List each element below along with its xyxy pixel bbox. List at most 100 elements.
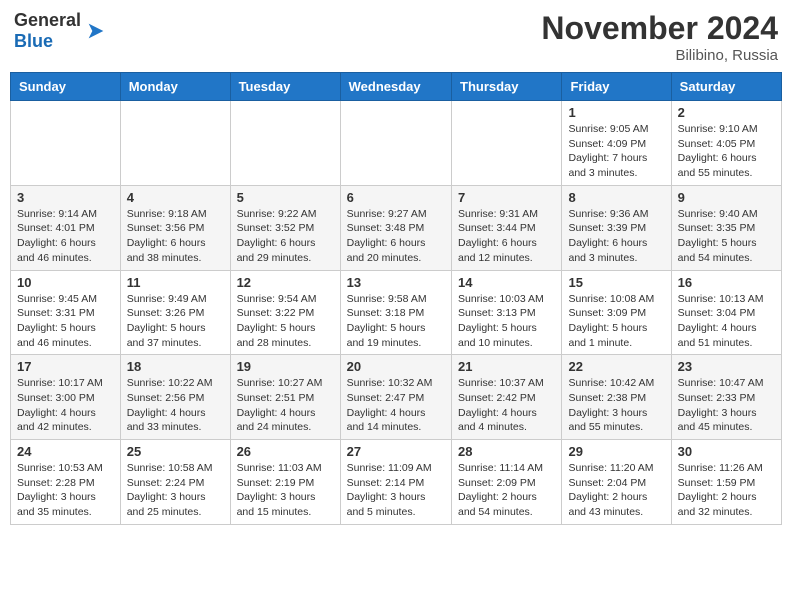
day-cell: 23 Sunrise: 10:47 AM Sunset: 2:33 PM Dayl… xyxy=(671,355,781,440)
day-cell: 3 Sunrise: 9:14 AM Sunset: 4:01 PM Daylig… xyxy=(11,185,121,270)
day-cell: 1Sunrise: 9:05 AM Sunset: 4:09 PM Daylig… xyxy=(562,101,671,186)
day-number: 25 xyxy=(127,444,224,459)
day-number: 7 xyxy=(458,190,555,205)
day-info: Sunrise: 10:32 AM Sunset: 2:47 PM Daylig… xyxy=(347,376,445,435)
day-number: 1 xyxy=(568,105,664,120)
day-cell: 30 Sunrise: 11:26 AM Sunset: 1:59 PM Dayl… xyxy=(671,440,781,525)
day-info: Sunrise: 10:42 AM Sunset: 2:38 PM Daylig… xyxy=(568,376,664,435)
day-info: Sunrise: 10:27 AM Sunset: 2:51 PM Daylig… xyxy=(237,376,334,435)
week-row-3: 10 Sunrise: 9:45 AM Sunset: 3:31 PM Dayli… xyxy=(11,270,782,355)
title-section: November 2024 Bilibino, Russia xyxy=(541,10,778,64)
day-number: 9 xyxy=(678,190,775,205)
day-info: Sunrise: 9:58 AM Sunset: 3:18 PM Dayligh… xyxy=(347,292,445,351)
weekday-header-wednesday: Wednesday xyxy=(340,73,451,101)
location: Bilibino, Russia xyxy=(541,47,778,64)
day-number: 4 xyxy=(127,190,224,205)
day-cell: 29 Sunrise: 11:20 AM Sunset: 2:04 PM Dayl… xyxy=(562,440,671,525)
logo: General Blue xyxy=(14,10,107,52)
day-number: 22 xyxy=(568,359,664,374)
day-info: Sunrise: 9:31 AM Sunset: 3:44 PM Dayligh… xyxy=(458,207,555,266)
day-info: Sunrise: 9:49 AM Sunset: 3:26 PM Dayligh… xyxy=(127,292,224,351)
day-number: 28 xyxy=(458,444,555,459)
day-number: 11 xyxy=(127,275,224,290)
day-cell: 20 Sunrise: 10:32 AM Sunset: 2:47 PM Dayl… xyxy=(340,355,451,440)
month-title: November 2024 xyxy=(541,10,778,47)
day-number: 19 xyxy=(237,359,334,374)
day-number: 16 xyxy=(678,275,775,290)
day-info: Sunrise: 9:22 AM Sunset: 3:52 PM Dayligh… xyxy=(237,207,334,266)
day-cell: 10 Sunrise: 9:45 AM Sunset: 3:31 PM Dayli… xyxy=(11,270,121,355)
day-info: Sunrise: 10:17 AM Sunset: 3:00 PM Daylig… xyxy=(17,376,114,435)
day-info: Sunrise: 10:58 AM Sunset: 2:24 PM Daylig… xyxy=(127,461,224,520)
day-number: 30 xyxy=(678,444,775,459)
day-info: Sunrise: 10:13 AM Sunset: 3:04 PM Daylig… xyxy=(678,292,775,351)
day-number: 21 xyxy=(458,359,555,374)
day-cell xyxy=(230,101,340,186)
day-cell: 19 Sunrise: 10:27 AM Sunset: 2:51 PM Dayl… xyxy=(230,355,340,440)
day-cell: 28 Sunrise: 11:14 AM Sunset: 2:09 PM Dayl… xyxy=(452,440,562,525)
day-info: Sunrise: 9:27 AM Sunset: 3:48 PM Dayligh… xyxy=(347,207,445,266)
weekday-header-sunday: Sunday xyxy=(11,73,121,101)
day-number: 26 xyxy=(237,444,334,459)
day-cell: 16 Sunrise: 10:13 AM Sunset: 3:04 PM Dayl… xyxy=(671,270,781,355)
logo-text: General Blue xyxy=(14,10,81,52)
weekday-header-tuesday: Tuesday xyxy=(230,73,340,101)
day-cell: 4 Sunrise: 9:18 AM Sunset: 3:56 PM Daylig… xyxy=(120,185,230,270)
day-number: 13 xyxy=(347,275,445,290)
day-info: Sunrise: 9:18 AM Sunset: 3:56 PM Dayligh… xyxy=(127,207,224,266)
weekday-header-thursday: Thursday xyxy=(452,73,562,101)
day-number: 29 xyxy=(568,444,664,459)
day-cell: 21Sunrise: 10:37 AM Sunset: 2:42 PM Dayl… xyxy=(452,355,562,440)
day-number: 27 xyxy=(347,444,445,459)
week-row-4: 17 Sunrise: 10:17 AM Sunset: 3:00 PM Dayl… xyxy=(11,355,782,440)
day-cell: 17 Sunrise: 10:17 AM Sunset: 3:00 PM Dayl… xyxy=(11,355,121,440)
day-number: 23 xyxy=(678,359,775,374)
weekday-header-row: SundayMondayTuesdayWednesdayThursdayFrid… xyxy=(11,73,782,101)
day-info: Sunrise: 9:54 AM Sunset: 3:22 PM Dayligh… xyxy=(237,292,334,351)
day-cell: 6 Sunrise: 9:27 AM Sunset: 3:48 PM Daylig… xyxy=(340,185,451,270)
day-cell: 25 Sunrise: 10:58 AM Sunset: 2:24 PM Dayl… xyxy=(120,440,230,525)
day-info: Sunrise: 9:14 AM Sunset: 4:01 PM Dayligh… xyxy=(17,207,114,266)
day-number: 14 xyxy=(458,275,555,290)
day-cell: 27 Sunrise: 11:09 AM Sunset: 2:14 PM Dayl… xyxy=(340,440,451,525)
day-number: 18 xyxy=(127,359,224,374)
day-number: 2 xyxy=(678,105,775,120)
day-number: 5 xyxy=(237,190,334,205)
page-header: General Blue November 2024 Bilibino, Rus… xyxy=(10,10,782,64)
day-cell xyxy=(452,101,562,186)
day-info: Sunrise: 11:03 AM Sunset: 2:19 PM Daylig… xyxy=(237,461,334,520)
weekday-header-friday: Friday xyxy=(562,73,671,101)
day-info: Sunrise: 10:08 AM Sunset: 3:09 PM Daylig… xyxy=(568,292,664,351)
day-number: 17 xyxy=(17,359,114,374)
day-cell: 18Sunrise: 10:22 AM Sunset: 2:56 PM Dayl… xyxy=(120,355,230,440)
day-number: 20 xyxy=(347,359,445,374)
day-info: Sunrise: 10:03 AM Sunset: 3:13 PM Daylig… xyxy=(458,292,555,351)
day-info: Sunrise: 9:36 AM Sunset: 3:39 PM Dayligh… xyxy=(568,207,664,266)
day-info: Sunrise: 10:53 AM Sunset: 2:28 PM Daylig… xyxy=(17,461,114,520)
day-number: 8 xyxy=(568,190,664,205)
day-number: 10 xyxy=(17,275,114,290)
day-cell: 2 Sunrise: 9:10 AM Sunset: 4:05 PM Daylig… xyxy=(671,101,781,186)
day-cell: 24Sunrise: 10:53 AM Sunset: 2:28 PM Dayl… xyxy=(11,440,121,525)
day-cell: 7 Sunrise: 9:31 AM Sunset: 3:44 PM Daylig… xyxy=(452,185,562,270)
day-info: Sunrise: 11:20 AM Sunset: 2:04 PM Daylig… xyxy=(568,461,664,520)
day-info: Sunrise: 11:14 AM Sunset: 2:09 PM Daylig… xyxy=(458,461,555,520)
day-number: 3 xyxy=(17,190,114,205)
day-number: 6 xyxy=(347,190,445,205)
day-info: Sunrise: 9:10 AM Sunset: 4:05 PM Dayligh… xyxy=(678,122,775,181)
day-cell: 26 Sunrise: 11:03 AM Sunset: 2:19 PM Dayl… xyxy=(230,440,340,525)
day-cell xyxy=(340,101,451,186)
day-cell: 9 Sunrise: 9:40 AM Sunset: 3:35 PM Daylig… xyxy=(671,185,781,270)
logo-arrow-icon xyxy=(85,20,107,42)
day-number: 15 xyxy=(568,275,664,290)
day-cell: 13 Sunrise: 9:58 AM Sunset: 3:18 PM Dayli… xyxy=(340,270,451,355)
day-cell: 11 Sunrise: 9:49 AM Sunset: 3:26 PM Dayli… xyxy=(120,270,230,355)
day-info: Sunrise: 11:26 AM Sunset: 1:59 PM Daylig… xyxy=(678,461,775,520)
day-info: Sunrise: 10:47 AM Sunset: 2:33 PM Daylig… xyxy=(678,376,775,435)
day-cell: 14 Sunrise: 10:03 AM Sunset: 3:13 PM Dayl… xyxy=(452,270,562,355)
day-cell: 5 Sunrise: 9:22 AM Sunset: 3:52 PM Daylig… xyxy=(230,185,340,270)
day-info: Sunrise: 11:09 AM Sunset: 2:14 PM Daylig… xyxy=(347,461,445,520)
day-info: Sunrise: 9:45 AM Sunset: 3:31 PM Dayligh… xyxy=(17,292,114,351)
day-info: Sunrise: 9:40 AM Sunset: 3:35 PM Dayligh… xyxy=(678,207,775,266)
day-cell: 15 Sunrise: 10:08 AM Sunset: 3:09 PM Dayl… xyxy=(562,270,671,355)
